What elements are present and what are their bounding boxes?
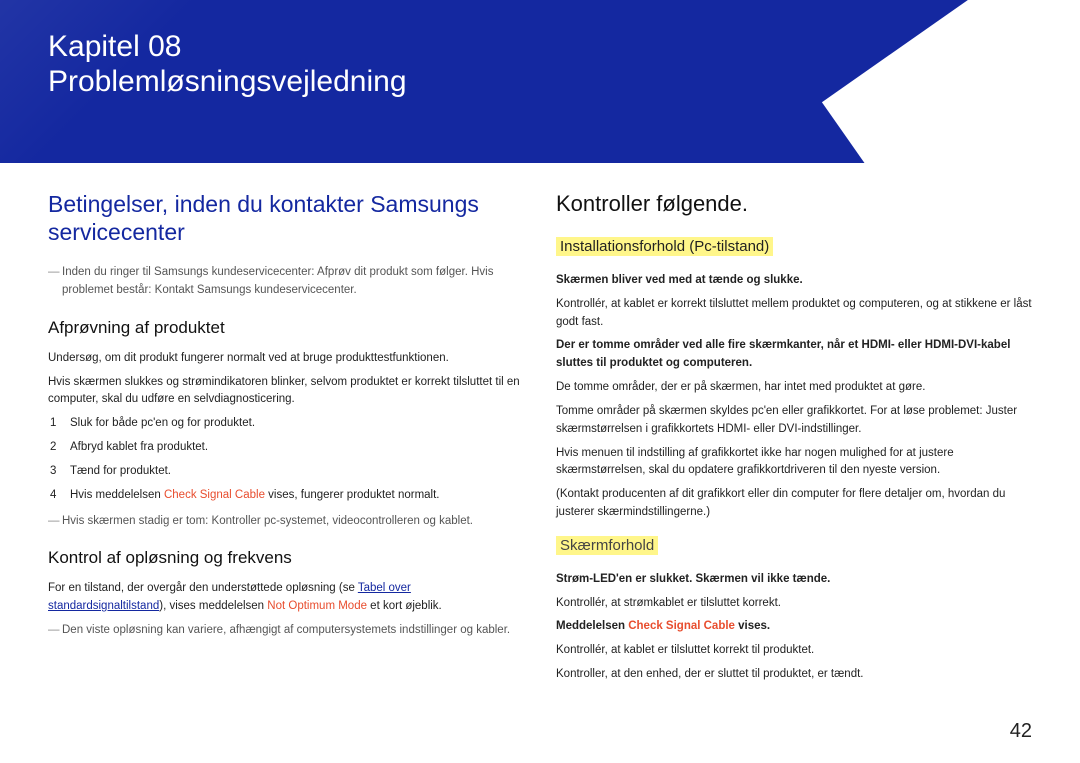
- warning-text: Check Signal Cable: [164, 489, 265, 501]
- page: Kapitel 08 Problemløsningsvejledning Bet…: [0, 0, 1080, 763]
- left-column: Betingelser, inden du kontakter Samsungs…: [48, 191, 524, 690]
- note-text: Hvis skærmen stadig er tom: Kontroller p…: [48, 513, 524, 531]
- content-columns: Betingelser, inden du kontakter Samsungs…: [0, 163, 1080, 690]
- issue-title: Der er tomme områder ved alle fire skærm…: [556, 337, 1032, 373]
- numbered-list: 1Sluk for både pc'en og for produktet. 2…: [48, 415, 524, 504]
- note-text: Den viste opløsning kan variere, afhængi…: [48, 622, 524, 640]
- highlight-label: Skærmforhold: [556, 536, 658, 555]
- list-item: 3Tænd for produktet.: [48, 463, 524, 481]
- paragraph: Tomme områder på skærmen skyldes pc'en e…: [556, 403, 1032, 439]
- warning-text: Check Signal Cable: [628, 620, 735, 632]
- paragraph: Hvis menuen til indstilling af grafikkor…: [556, 445, 1032, 481]
- highlight-label: Installationsforhold (Pc-tilstand): [556, 237, 773, 256]
- paragraph: Kontrollér, at kablet er tilsluttet korr…: [556, 642, 1032, 660]
- issue-group: Der er tomme områder ved alle fire skærm…: [556, 337, 1032, 521]
- paragraph: Kontrollér, at kablet er korrekt tilslut…: [556, 296, 1032, 332]
- paragraph: (Kontakt producenten af dit grafikkort e…: [556, 486, 1032, 522]
- page-title: Kapitel 08 Problemløsningsvejledning: [48, 30, 1080, 99]
- hero-banner: Kapitel 08 Problemløsningsvejledning: [0, 0, 1080, 163]
- subheading: Afprøvning af produktet: [48, 318, 524, 338]
- note-text: Inden du ringer til Samsungs kundeservic…: [48, 264, 524, 300]
- chapter-title: Problemløsningsvejledning: [48, 65, 1080, 100]
- list-item: 4 Hvis meddelelsen Check Signal Cable vi…: [48, 487, 524, 505]
- list-item-text: Tænd for produktet.: [70, 465, 171, 477]
- list-item-text: Sluk for både pc'en og for produktet.: [70, 417, 255, 429]
- paragraph: Hvis skærmen slukkes og strømindikatoren…: [48, 374, 524, 410]
- issue-group: Meddelelsen Check Signal Cable vises. Ko…: [556, 618, 1032, 683]
- paragraph: Undersøg, om dit produkt fungerer normal…: [48, 350, 524, 368]
- list-item-text: Afbryd kablet fra produktet.: [70, 441, 208, 453]
- warning-text: Not Optimum Mode: [267, 600, 367, 612]
- subheading: Kontrol af opløsning og frekvens: [48, 548, 524, 568]
- issue-title: Meddelelsen Check Signal Cable vises.: [556, 618, 1032, 636]
- list-item-text: Hvis meddelelsen Check Signal Cable vise…: [70, 489, 439, 501]
- chapter-number: Kapitel 08: [48, 30, 1080, 65]
- paragraph: Kontroller, at den enhed, der er sluttet…: [556, 666, 1032, 684]
- page-number: 42: [1010, 720, 1032, 743]
- section-heading-blue: Betingelser, inden du kontakter Samsungs…: [48, 191, 524, 246]
- issue-title: Skærmen bliver ved med at tænde og slukk…: [556, 272, 1032, 290]
- list-item: 2Afbryd kablet fra produktet.: [48, 439, 524, 457]
- issue-group: Skærmen bliver ved med at tænde og slukk…: [556, 272, 1032, 331]
- paragraph: Kontrollér, at strømkablet er tilsluttet…: [556, 595, 1032, 613]
- paragraph: For en tilstand, der overgår den underst…: [48, 580, 524, 616]
- issue-group: Strøm-LED'en er slukket. Skærmen vil ikk…: [556, 571, 1032, 613]
- list-item: 1Sluk for både pc'en og for produktet.: [48, 415, 524, 433]
- right-column: Kontroller følgende. Installationsforhol…: [556, 191, 1032, 690]
- paragraph: De tomme områder, der er på skærmen, har…: [556, 379, 1032, 397]
- section-heading: Kontroller følgende.: [556, 191, 1032, 217]
- issue-title: Strøm-LED'en er slukket. Skærmen vil ikk…: [556, 571, 1032, 589]
